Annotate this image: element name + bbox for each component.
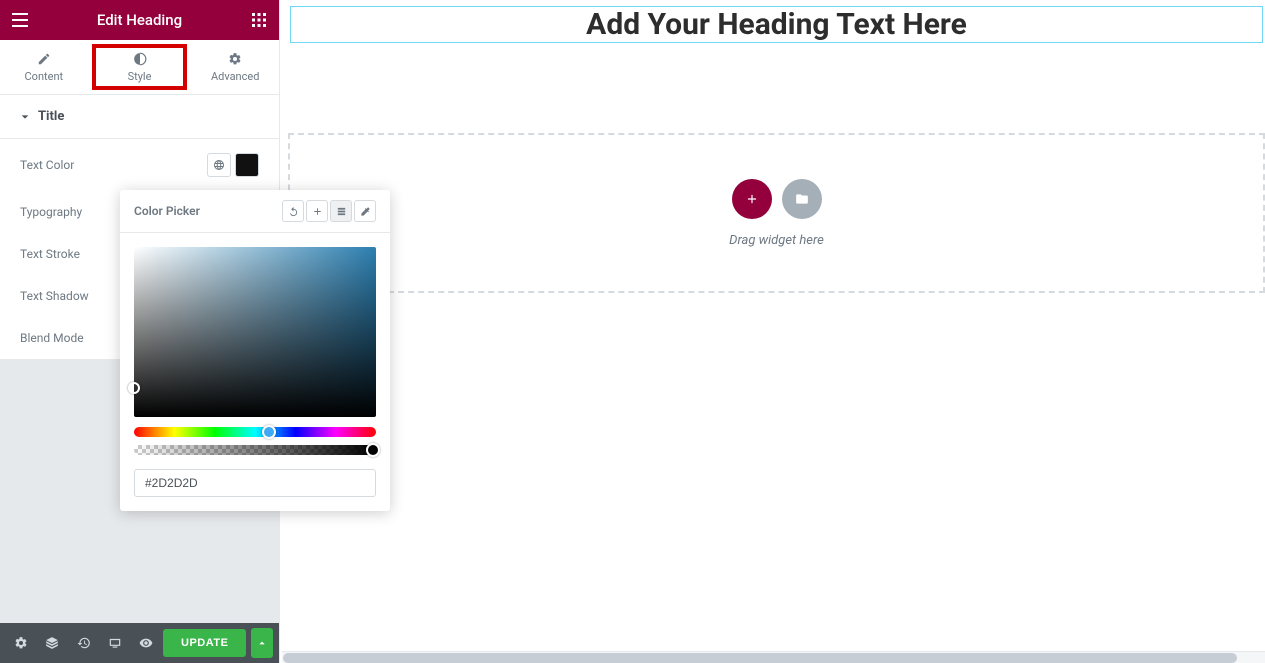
heading-text[interactable]: Add Your Heading Text Here [297, 7, 1256, 42]
saturation-area[interactable] [134, 247, 376, 417]
tab-advanced-label: Advanced [211, 70, 259, 83]
text-color-label: Text Color [20, 158, 74, 172]
empty-section[interactable]: Drag widget here [288, 133, 1265, 293]
bottom-bar: UPDATE [0, 623, 279, 663]
color-picker-popover: Color Picker [120, 190, 390, 511]
plus-icon[interactable] [306, 200, 328, 222]
heading-widget[interactable]: Add Your Heading Text Here [290, 6, 1263, 43]
color-picker-actions [282, 200, 376, 222]
template-library-button[interactable] [782, 179, 822, 219]
responsive-icon[interactable] [100, 628, 129, 658]
alpha-slider[interactable] [134, 445, 376, 455]
color-picker-title: Color Picker [134, 204, 282, 218]
saturation-cursor[interactable] [128, 382, 140, 394]
tab-style-label: Style [128, 70, 152, 83]
panel-title: Edit Heading [40, 11, 239, 29]
tab-style[interactable]: Style [92, 44, 188, 90]
tab-content-label: Content [25, 70, 64, 83]
drop-buttons [732, 179, 822, 219]
eyedropper-icon[interactable] [354, 200, 376, 222]
preview-icon[interactable] [132, 628, 161, 658]
color-swatch[interactable] [235, 153, 259, 177]
color-picker-header: Color Picker [120, 190, 390, 233]
tab-content[interactable]: Content [0, 40, 88, 94]
blend-mode-label: Blend Mode [20, 331, 84, 345]
apps-icon[interactable] [239, 0, 279, 40]
text-stroke-label: Text Stroke [20, 247, 80, 261]
globe-icon[interactable] [207, 153, 231, 177]
alpha-cursor[interactable] [366, 443, 380, 457]
history-icon[interactable] [69, 628, 98, 658]
text-color-swatch-group [207, 153, 259, 177]
drop-text: Drag widget here [729, 233, 824, 248]
scrollbar-thumb[interactable] [283, 653, 1237, 663]
update-caret[interactable] [251, 628, 273, 658]
text-shadow-label: Text Shadow [20, 289, 89, 303]
menu-icon[interactable] [0, 0, 40, 40]
horizontal-scrollbar[interactable] [282, 651, 1265, 663]
panel-tabs: Content Style Advanced [0, 40, 279, 95]
color-picker-body [120, 233, 390, 511]
hue-cursor[interactable] [262, 425, 276, 439]
hex-input[interactable] [134, 469, 376, 497]
section-title-label: Title [38, 109, 64, 124]
section-title-row[interactable]: Title [0, 95, 279, 139]
update-button[interactable]: UPDATE [163, 629, 246, 657]
tab-advanced[interactable]: Advanced [191, 40, 279, 94]
panel-filler [0, 534, 279, 624]
control-text-color: Text Color [0, 139, 279, 191]
swatches-icon[interactable] [330, 200, 352, 222]
settings-icon[interactable] [6, 628, 35, 658]
typography-label: Typography [20, 205, 82, 219]
canvas: Add Your Heading Text Here Drag widget h… [288, 0, 1265, 651]
panel-header: Edit Heading [0, 0, 279, 40]
layers-icon[interactable] [37, 628, 66, 658]
add-section-button[interactable] [732, 179, 772, 219]
hue-slider[interactable] [134, 427, 376, 437]
undo-icon[interactable] [282, 200, 304, 222]
